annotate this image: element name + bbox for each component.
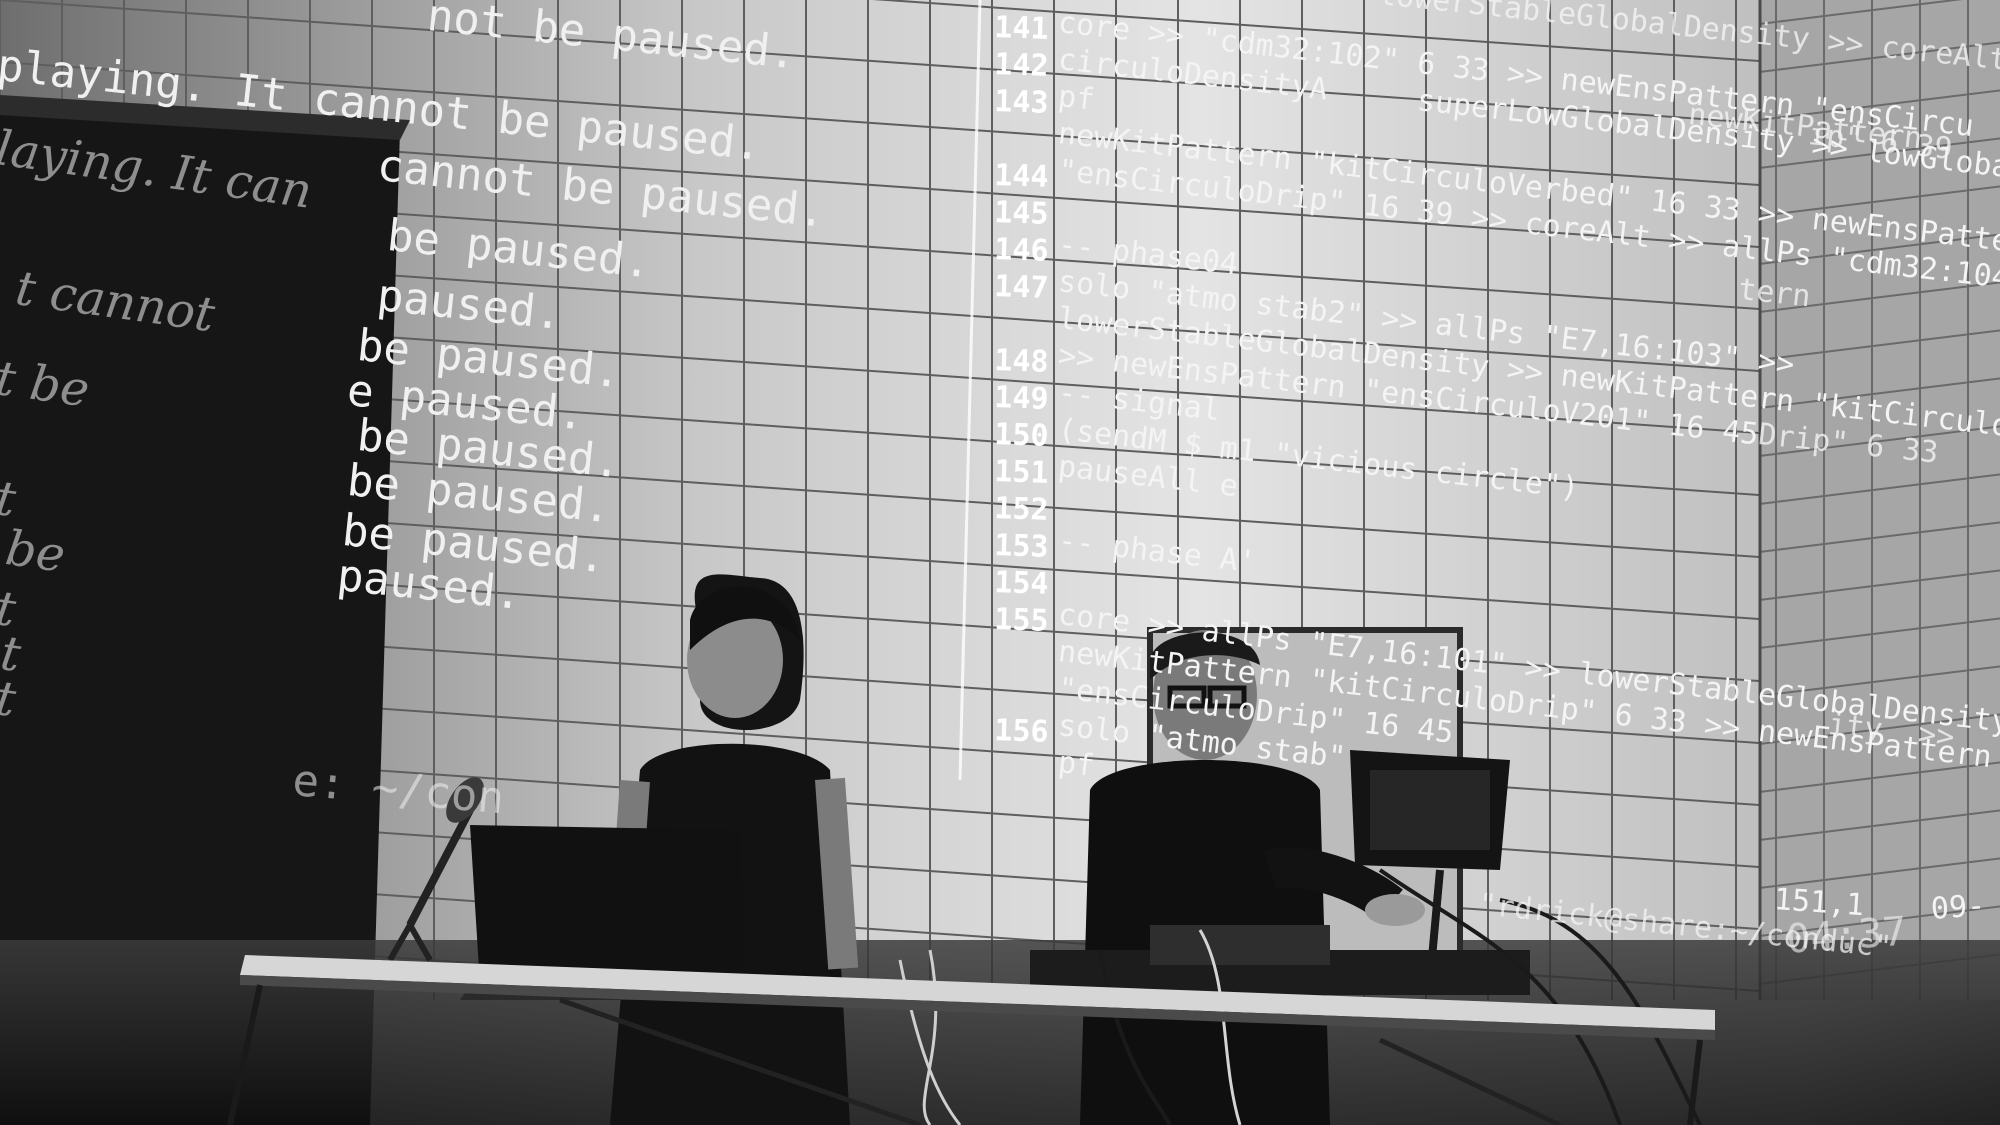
pillar-tile-grid — [1760, 0, 2000, 1000]
performance-photo: not be paused. playing. It cannot be paus… — [0, 0, 2000, 1125]
scene-illustration — [0, 0, 2000, 1125]
